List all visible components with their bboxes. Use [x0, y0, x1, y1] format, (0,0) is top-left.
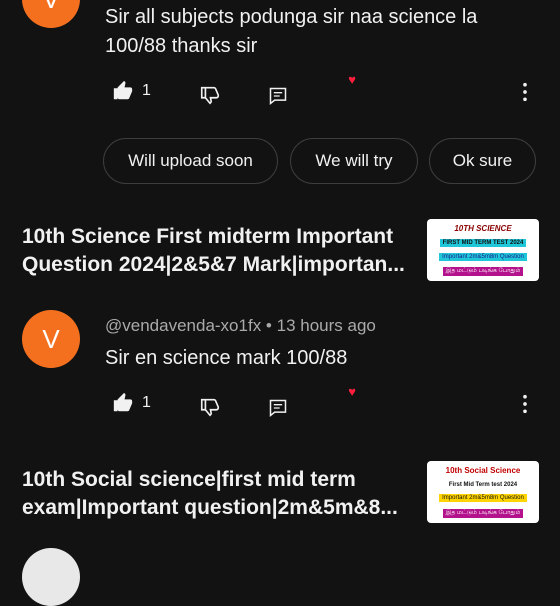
thumbs-down-icon[interactable] [199, 396, 221, 418]
video-title-line: Question 2024|2&5&7 Mark|importan... [22, 253, 405, 276]
avatar-letter: V [42, 0, 59, 15]
thumb-line: Important 2m&5m8m Question [439, 494, 527, 503]
comment-text: Sir all subjects podunga sir naa science… [105, 3, 545, 61]
reply-chip-we-will-try[interactable]: We will try [290, 138, 418, 184]
chip-label: We will try [315, 151, 393, 170]
video-title-line: exam|Important question|2m&5m&8... [22, 496, 398, 519]
commenter-avatar[interactable] [22, 548, 80, 606]
video-title-line: 10th Science First midterm Important [22, 225, 394, 248]
like-count: 1 [142, 82, 151, 99]
thumb-line: இத மட்டும் படிங்க போதும் [442, 267, 524, 276]
thumbs-up-icon[interactable] [112, 80, 134, 102]
commenter-avatar[interactable]: V [22, 0, 80, 28]
like-count: 1 [142, 394, 151, 411]
video-thumbnail[interactable]: 10th Social Science First Mid Term test … [427, 461, 539, 523]
comment-actions: 1 [112, 392, 151, 414]
video-title[interactable]: 10th Social science|first mid term exam|… [22, 466, 422, 522]
comment-author[interactable]: @vendavenda-xo1fx [105, 316, 261, 335]
more-options-icon[interactable] [522, 82, 528, 107]
comment-meta: @vendavenda-xo1fx • 13 hours ago [105, 316, 376, 336]
comment-time: 13 hours ago [276, 316, 376, 335]
heart-icon: ♥ [348, 384, 356, 399]
heart-icon: ♥ [348, 72, 356, 87]
comment-text: Sir en science mark 100/88 [105, 344, 347, 373]
comment-text-line: 100/88 thanks sir [105, 35, 258, 57]
reply-chip-ok-sure[interactable]: Ok sure [429, 138, 536, 184]
thumb-line: இத மட்டும் படிங்க போதும் [442, 508, 524, 518]
more-options-icon[interactable] [522, 394, 528, 419]
thumb-line: First Mid Term test 2024 [448, 481, 518, 488]
thumbs-up-icon[interactable] [112, 392, 134, 414]
meta-separator: • [265, 316, 277, 335]
commenter-avatar[interactable]: V [22, 310, 80, 368]
video-title-line: 10th Social science|first mid term [22, 468, 356, 491]
reply-chip-will-upload-soon[interactable]: Will upload soon [103, 138, 278, 184]
thumb-line: 10th Social Science [445, 466, 521, 476]
comment-actions: 1 [112, 80, 151, 102]
thumb-line: 10TH SCIENCE [454, 224, 512, 233]
avatar-letter: V [42, 323, 60, 354]
reply-icon[interactable] [268, 86, 290, 108]
thumb-line: Important 2m&5m8m Question [439, 253, 527, 261]
chip-label: Ok sure [452, 151, 513, 170]
chip-label: Will upload soon [128, 151, 253, 170]
video-thumbnail[interactable]: 10TH SCIENCE FIRST MID TERM TEST 2024 Im… [427, 219, 539, 281]
thumb-line: FIRST MID TERM TEST 2024 [439, 239, 527, 247]
comment-text-line: Sir all subjects podunga sir naa science… [105, 6, 478, 28]
reply-icon[interactable] [268, 398, 290, 420]
video-title[interactable]: 10th Science First midterm Important Que… [22, 223, 422, 279]
comment-text-line: Sir en science mark 100/88 [105, 347, 348, 369]
thumbs-down-icon[interactable] [199, 84, 221, 106]
